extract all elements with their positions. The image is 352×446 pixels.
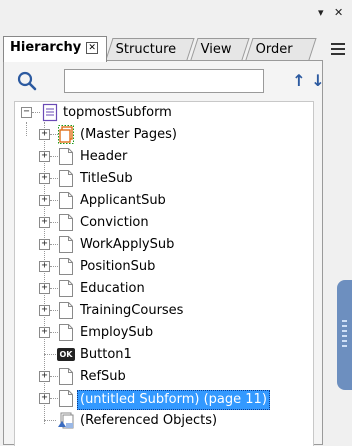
tree-item-label: PositionSub xyxy=(80,259,156,274)
subform-icon xyxy=(59,192,73,209)
tab-hierarchy-label: Hierarchy xyxy=(10,40,82,55)
tab-hierarchy[interactable]: Hierarchy ✕ xyxy=(3,36,107,62)
tree-connector xyxy=(50,310,58,311)
tree-item-label: Header xyxy=(80,149,128,164)
tree-item-label: TitleSub xyxy=(80,171,133,186)
tree-row-workapplysub[interactable]: + WorkApplySub xyxy=(15,234,313,256)
expand-icon[interactable]: + xyxy=(39,371,50,382)
expand-icon[interactable]: + xyxy=(39,393,50,404)
tree-row-titlesub[interactable]: + TitleSub xyxy=(15,168,313,190)
tree-item-label: (Referenced Objects) xyxy=(80,413,218,428)
tree-item-label-selected: (untitled Subform) (page 11) xyxy=(77,390,270,410)
tree-row-employsub[interactable]: + EmploySub xyxy=(15,322,313,344)
tree-item-label: topmostSubform xyxy=(63,105,172,120)
subform-icon xyxy=(59,148,73,165)
tree-item-label: ApplicantSub xyxy=(80,193,166,208)
search-input[interactable] xyxy=(64,69,264,93)
tree-item-label: (Master Pages) xyxy=(80,127,177,142)
tree-connector xyxy=(50,156,58,157)
tree-connector xyxy=(50,134,58,135)
expand-icon[interactable]: + xyxy=(39,283,50,294)
close-tab-icon[interactable]: ✕ xyxy=(86,41,99,54)
expand-icon[interactable]: + xyxy=(39,195,50,206)
tree-row-untitled-subform[interactable]: + (untitled Subform) (page 11) xyxy=(15,388,313,410)
expand-icon[interactable]: + xyxy=(39,151,50,162)
tree-connector xyxy=(32,112,40,113)
close-palette-icon[interactable]: ✕ xyxy=(334,6,343,19)
tree-connector xyxy=(50,244,58,245)
tab-order-label: Order xyxy=(255,42,293,57)
tree-item-label: RefSub xyxy=(80,369,126,384)
tree-row-button1[interactable]: OK Button1 xyxy=(15,344,313,366)
collapse-icon[interactable]: − xyxy=(21,107,32,118)
find-previous-icon[interactable]: ↑ xyxy=(290,71,308,91)
tree-item-label: Conviction xyxy=(80,215,149,230)
tab-view-label: View xyxy=(200,42,232,57)
panel-resize-gripper[interactable] xyxy=(337,280,352,390)
expand-icon[interactable]: + xyxy=(39,327,50,338)
subform-icon xyxy=(59,258,73,275)
tab-structure-label: Structure xyxy=(115,42,177,57)
tree-row-positionsub[interactable]: + PositionSub xyxy=(15,256,313,278)
tree-connector xyxy=(50,332,58,333)
tree-item-label: EmploySub xyxy=(80,325,154,340)
tab-view[interactable]: View xyxy=(190,38,250,60)
tree-row-applicantsub[interactable]: + ApplicantSub xyxy=(15,190,313,212)
tree-row-referenced-objects[interactable]: (Referenced Objects) xyxy=(15,410,313,432)
tree-connector xyxy=(50,398,58,399)
hierarchy-tree: − topmostSubform + (Master Pages) + Head… xyxy=(14,101,314,446)
subform-icon xyxy=(59,390,73,407)
subform-icon xyxy=(59,368,73,385)
tree-connector xyxy=(44,354,56,355)
expand-icon[interactable]: + xyxy=(39,239,50,250)
tab-structure[interactable]: Structure xyxy=(105,38,195,60)
tab-order[interactable]: Order xyxy=(245,38,317,60)
tab-list-menu-icon[interactable] xyxy=(327,40,349,60)
expand-icon[interactable]: + xyxy=(39,173,50,184)
button-icon: OK xyxy=(57,348,75,361)
expand-icon[interactable]: + xyxy=(39,217,50,228)
tree-connector xyxy=(50,222,58,223)
search-icon[interactable] xyxy=(16,70,38,92)
palette-tab-strip: Hierarchy ✕ Structure View Order xyxy=(3,34,349,62)
palette-title-bar: ▾ ✕ xyxy=(0,0,352,32)
tree-connector xyxy=(50,266,58,267)
expand-icon[interactable]: + xyxy=(39,261,50,272)
expand-icon[interactable]: + xyxy=(39,129,50,140)
tree-connector xyxy=(44,420,56,421)
palette-menu-icon[interactable]: ▾ xyxy=(318,6,324,19)
tree-row-root[interactable]: − topmostSubform xyxy=(15,102,313,124)
referenced-objects-icon xyxy=(58,412,74,429)
master-pages-icon xyxy=(58,125,74,144)
tree-connector xyxy=(50,178,58,179)
find-next-icon[interactable]: ↓ xyxy=(309,71,327,91)
tree-connector xyxy=(50,288,58,289)
subform-icon xyxy=(59,214,73,231)
tree-connector xyxy=(50,200,58,201)
subform-icon xyxy=(59,324,73,341)
subform-icon xyxy=(59,280,73,297)
tree-row-trainingcourses[interactable]: + TrainingCourses xyxy=(15,300,313,322)
tree-item-label: Button1 xyxy=(80,347,132,362)
tree-item-label: TrainingCourses xyxy=(80,303,184,318)
tree-row-master-pages[interactable]: + (Master Pages) xyxy=(15,124,313,146)
tree-item-label: Education xyxy=(80,281,145,296)
tree-connector xyxy=(50,376,58,377)
tree-row-refsub[interactable]: + RefSub xyxy=(15,366,313,388)
subform-icon xyxy=(59,236,73,253)
subform-icon xyxy=(59,170,73,187)
hierarchy-panel: ↑ ↓ − topmostSubform + (Master Pages) + … xyxy=(3,60,325,446)
expand-icon[interactable]: + xyxy=(39,305,50,316)
form-root-icon xyxy=(42,103,58,122)
tree-row-education[interactable]: + Education xyxy=(15,278,313,300)
tree-row-conviction[interactable]: + Conviction xyxy=(15,212,313,234)
tree-item-label: WorkApplySub xyxy=(80,237,175,252)
subform-icon xyxy=(59,302,73,319)
search-row: ↑ ↓ xyxy=(16,69,325,93)
tree-row-header[interactable]: + Header xyxy=(15,146,313,168)
